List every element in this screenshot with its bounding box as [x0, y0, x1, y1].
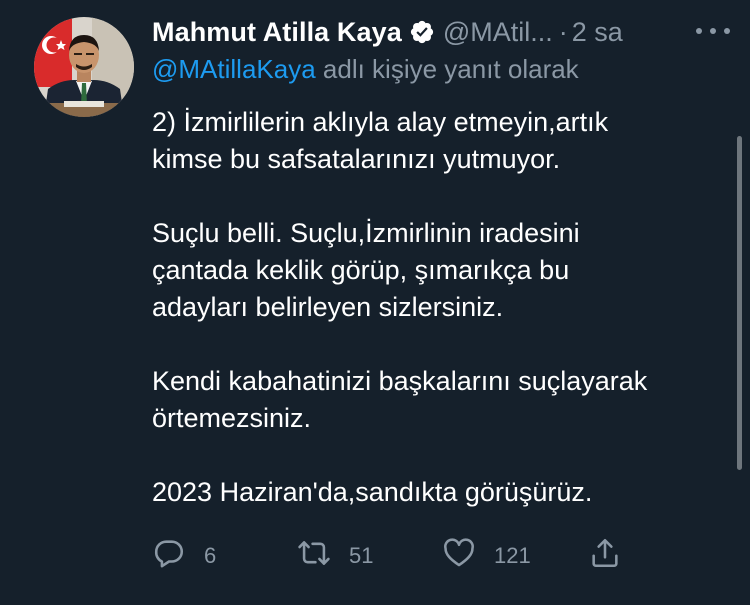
tweet-paragraph: Kendi kabahatinizi başkalarını suçlayara… [152, 363, 722, 437]
tweet-line: kimse bu safsatalarınızı yutmuyor. [152, 144, 561, 174]
reply-count: 6 [204, 543, 217, 568]
tweet-line: örtemezsiniz. [152, 403, 312, 433]
tweet-paragraph: 2) İzmirlilerin aklıyla alay etmeyin,art… [152, 104, 722, 178]
reply-context: @MAtillaKaya adlı kişiye yanıt olarak [152, 54, 579, 85]
tweet-paragraph: Suçlu belli. Suçlu,İzmirlinin iradesini … [152, 215, 722, 326]
share-button[interactable] [588, 536, 622, 576]
author-handle[interactable]: @MAtil... [443, 17, 553, 48]
tweet-line: 2023 Haziran'da,sandıkta görüşürüz. [152, 477, 593, 507]
tweet-line: Suçlu belli. Suçlu,İzmirlinin iradesini [152, 218, 580, 248]
retweet-count: 51 [349, 543, 374, 568]
like-button[interactable]: 121 [442, 536, 531, 576]
retweet-icon [297, 536, 331, 576]
tweet-line: Kendi kabahatinizi başkalarını suçlayara… [152, 366, 648, 396]
tweet-actions: 6 51 121 [152, 536, 632, 576]
reply-context-text: adlı kişiye yanıt olarak [315, 54, 579, 84]
reply-icon [152, 536, 186, 576]
tweet-card: Mahmut Atilla Kaya @MAtil... · 2 sa @MAt… [0, 0, 750, 605]
reply-mention-link[interactable]: @MAtillaKaya [152, 54, 316, 84]
scrollbar[interactable] [737, 136, 742, 470]
heart-icon [442, 536, 476, 576]
reply-button[interactable]: 6 [152, 536, 216, 576]
like-count: 121 [494, 543, 531, 568]
tweet-line: adayları belirleyen sizlersiniz. [152, 292, 504, 322]
author-display-name[interactable]: Mahmut Atilla Kaya [152, 17, 402, 48]
avatar[interactable] [34, 17, 134, 117]
tweet-line: çantada keklik görüp, şımarıkça bu [152, 255, 570, 285]
tweet-timestamp[interactable]: 2 sa [572, 17, 623, 48]
verified-badge-icon [409, 19, 435, 45]
header-separator: · [558, 16, 568, 47]
retweet-button[interactable]: 51 [297, 536, 373, 576]
tweet-line: 2) İzmirlilerin aklıyla alay etmeyin,art… [152, 107, 609, 137]
tweet-text: 2) İzmirlilerin aklıyla alay etmeyin,art… [152, 104, 722, 548]
share-icon [588, 536, 622, 576]
tweet-paragraph: 2023 Haziran'da,sandıkta görüşürüz. [152, 474, 722, 511]
more-options-icon[interactable] [690, 14, 736, 48]
tweet-header: Mahmut Atilla Kaya @MAtil... · 2 sa [152, 14, 740, 50]
